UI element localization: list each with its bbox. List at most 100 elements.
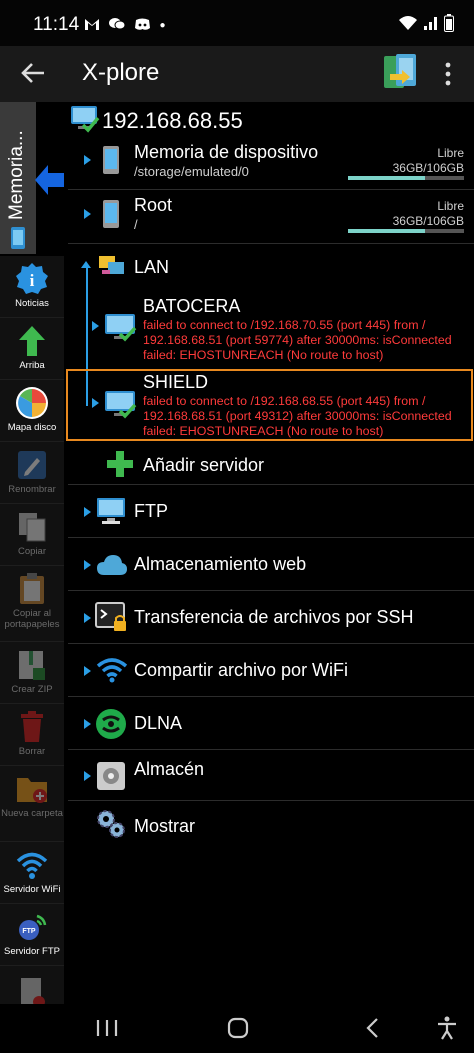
- tool-label: Copiar al portapapeles: [4, 608, 60, 630]
- free-space-value: 36GB/106GB: [392, 161, 464, 175]
- free-space-label: Libre: [437, 146, 464, 160]
- tool-nueva-carpeta[interactable]: Nueva carpeta: [0, 766, 64, 842]
- row-title: Transferencia de archivos por SSH: [134, 607, 414, 627]
- system-icons: [398, 14, 454, 32]
- tool-renombrar[interactable]: Renombrar: [0, 442, 64, 504]
- row-add-server[interactable]: Añadir servidor: [68, 443, 474, 485]
- storage-usage-fill: [348, 176, 425, 180]
- phone-icon: [103, 146, 119, 174]
- more-notifications-dot: ●: [159, 20, 170, 31]
- battery-icon: [444, 14, 454, 32]
- row-device-storage[interactable]: Memoria de dispositivo /storage/emulated…: [68, 138, 474, 190]
- error-line: failed: EHOSTUNREACH (No route to host): [143, 424, 384, 438]
- expand-arrow-icon[interactable]: [84, 771, 91, 781]
- row-title: Compartir archivo por WiFi: [134, 660, 349, 680]
- free-space-label: Libre: [437, 199, 464, 213]
- document-add-icon: [21, 978, 45, 1006]
- tool-arriba[interactable]: Arriba: [0, 318, 64, 380]
- gmail-icon: [85, 18, 99, 30]
- copy-icon: [19, 513, 46, 542]
- collapse-arrow-icon[interactable]: [81, 261, 91, 268]
- recent-apps-icon[interactable]: [95, 1018, 119, 1038]
- clipboard-icon: [20, 573, 44, 604]
- row-lan[interactable]: LAN: [68, 245, 474, 289]
- svg-text:i: i: [30, 271, 35, 290]
- error-line: 192.168.68.51 (port 59774) after 30000ms…: [143, 333, 452, 347]
- expand-arrow-icon[interactable]: [84, 719, 91, 729]
- tool-servidor-ftp[interactable]: FTP Servidor FTP: [0, 904, 64, 966]
- tool-label: Servidor WiFi: [3, 884, 61, 895]
- tool-noticias[interactable]: i Noticias: [0, 256, 64, 318]
- expand-arrow-icon[interactable]: [84, 666, 91, 676]
- phone-transfer-icon[interactable]: [382, 52, 418, 92]
- tool-next-partial[interactable]: [0, 966, 64, 1006]
- expand-arrow-icon[interactable]: [92, 321, 99, 331]
- row-batocera[interactable]: BATOCERA failed to connect to /192.168.7…: [68, 292, 474, 366]
- row-ftp[interactable]: FTP: [68, 486, 474, 538]
- error-line: failed to connect to /192.168.68.55 (por…: [143, 394, 426, 408]
- expand-arrow-icon[interactable]: [84, 209, 91, 219]
- tool-label: Borrar: [18, 746, 46, 757]
- expand-arrow-icon[interactable]: [92, 398, 99, 408]
- row-show[interactable]: Mostrar: [68, 802, 474, 850]
- tool-copiar[interactable]: Copiar: [0, 504, 64, 566]
- row-wifi-share[interactable]: Compartir archivo por WiFi: [68, 645, 474, 697]
- pane-pointer-arrow-icon: [35, 165, 64, 195]
- expand-arrow-icon[interactable]: [84, 560, 91, 570]
- error-line: 192.168.68.51 (port 49312) after 30000ms…: [143, 409, 452, 423]
- row-title: DLNA: [134, 713, 183, 733]
- storage-usage-bar: [348, 229, 464, 233]
- row-storage[interactable]: Almacén: [68, 751, 474, 801]
- settings-gears-icon: [97, 810, 125, 838]
- row-web-storage[interactable]: Almacenamiento web: [68, 539, 474, 591]
- plus-icon: [107, 451, 133, 477]
- expand-arrow-icon[interactable]: [84, 507, 91, 517]
- dlna-icon: [96, 709, 126, 739]
- zip-archive-icon: [19, 651, 45, 680]
- tool-label: Noticias: [15, 298, 49, 309]
- up-arrow-icon: [19, 326, 45, 356]
- row-title: FTP: [134, 501, 168, 521]
- network-computer-icon: [71, 106, 100, 133]
- server-root-row[interactable]: 192.168.68.55: [70, 104, 474, 138]
- notification-icons: ●: [84, 15, 170, 32]
- row-dlna[interactable]: DLNA: [68, 698, 474, 750]
- discord-icon: [135, 18, 151, 30]
- tool-servidor-wifi[interactable]: Servidor WiFi: [0, 842, 64, 904]
- home-icon[interactable]: [227, 1017, 249, 1039]
- monitor-icon: [97, 498, 125, 524]
- expand-arrow-icon[interactable]: [84, 613, 91, 623]
- tool-crear-zip[interactable]: Crear ZIP: [0, 642, 64, 704]
- back-arrow-icon[interactable]: [18, 58, 48, 88]
- app-bar: X-plore: [0, 46, 474, 102]
- row-title: Almacén: [134, 759, 205, 779]
- tool-label: Renombrar: [8, 484, 56, 495]
- tool-label: Arriba: [19, 360, 45, 371]
- tool-mapa-disco[interactable]: Mapa disco: [0, 380, 64, 442]
- accessibility-icon[interactable]: [436, 1016, 458, 1040]
- tool-label: Nueva carpeta: [1, 808, 63, 819]
- row-path: /storage/emulated/0: [134, 164, 249, 179]
- system-back-icon[interactable]: [364, 1017, 380, 1039]
- ftp-server-icon: FTP: [19, 914, 47, 940]
- wifi-status-icon: [399, 16, 417, 30]
- more-options-icon[interactable]: [440, 60, 456, 88]
- tool-label: Crear ZIP: [11, 684, 53, 695]
- trash-icon: [21, 711, 43, 742]
- row-title: Memoria de dispositivo: [134, 142, 319, 162]
- status-time: 11:14: [33, 14, 80, 35]
- free-space-value: 36GB/106GB: [392, 214, 464, 228]
- row-shield[interactable]: SHIELD failed to connect to /192.168.68.…: [68, 369, 474, 441]
- expand-arrow-icon[interactable]: [84, 155, 91, 165]
- pie-chart-icon: [16, 387, 48, 419]
- error-line: failed: EHOSTUNREACH (No route to host): [143, 348, 384, 362]
- tool-borrar[interactable]: Borrar: [0, 704, 64, 766]
- row-title: Mostrar: [134, 816, 196, 836]
- row-root[interactable]: Root / Libre 36GB/106GB: [68, 191, 474, 244]
- phone-icon: [103, 200, 119, 228]
- server-root-label: 192.168.68.55: [102, 108, 243, 133]
- tool-copiar-portapapeles[interactable]: Copiar al portapapeles: [0, 566, 64, 642]
- row-ssh[interactable]: Transferencia de archivos por SSH: [68, 592, 474, 644]
- row-title: Almacenamiento web: [134, 554, 307, 574]
- row-title: SHIELD: [143, 372, 209, 392]
